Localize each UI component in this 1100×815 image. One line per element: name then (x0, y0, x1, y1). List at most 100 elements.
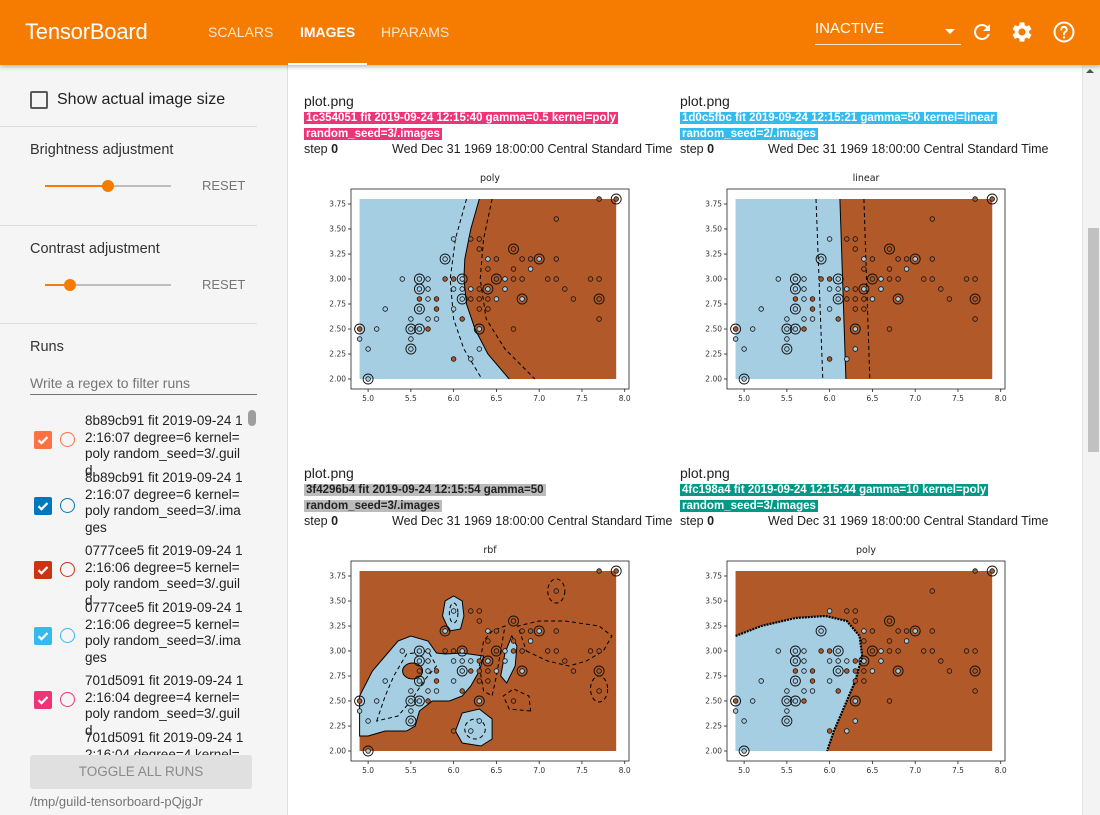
data-point (450, 236, 457, 242)
divider (0, 323, 257, 324)
tab-hparams[interactable]: HPARAMS (381, 0, 449, 65)
data-point (544, 276, 551, 282)
data-point (809, 688, 816, 694)
data-point (809, 668, 816, 674)
data-point (852, 296, 858, 302)
plot-image[interactable]: rbf 5.0 5.5 6.0 6.5 7.0 7.5 8.0 2.00 2.25 2.50 2.75… (311, 537, 641, 787)
data-point (852, 698, 858, 704)
scroll-up-arrow-icon[interactable] (1086, 69, 1094, 73)
scrollbar-thumb[interactable] (1088, 228, 1099, 452)
data-point (741, 346, 747, 352)
data-point (801, 326, 807, 332)
data-point (485, 296, 491, 302)
data-point (553, 628, 559, 634)
y-tick-label: 3.50 (705, 597, 722, 606)
data-point (861, 256, 867, 262)
slider-knob[interactable] (102, 180, 114, 192)
step-value: 0 (331, 514, 339, 528)
data-point (826, 286, 833, 292)
data-point (886, 648, 893, 654)
run-item[interactable]: 701d5091 fit 2019-09-24 12:16:04 degree=… (34, 730, 254, 755)
data-point (425, 698, 431, 704)
data-point (485, 668, 491, 674)
image-card: plot.png 1d0c5fbc fit 2019-09-24 12:15:21… (680, 93, 1050, 157)
run-color-ring-icon (60, 628, 75, 643)
tab-images[interactable]: IMAGES (287, 0, 368, 65)
run-color-ring-icon (60, 432, 75, 447)
runs-filter-input[interactable] (30, 371, 257, 395)
data-point (433, 688, 440, 694)
settings-gear-icon[interactable] (1010, 20, 1034, 44)
run-item[interactable]: 0777cee5 fit 2019-09-24 12:16:06 degree=… (34, 600, 254, 670)
data-point (801, 648, 807, 654)
data-point (485, 658, 491, 664)
x-tick-label: 7.5 (576, 766, 588, 775)
data-point (861, 266, 867, 272)
data-point (416, 698, 423, 704)
x-tick-label: 5.5 (405, 394, 417, 403)
run-checkbox[interactable] (34, 561, 52, 579)
y-tick-label: 2.00 (329, 375, 346, 384)
sidebar: Show actual image size Brightness adjust… (0, 65, 288, 815)
data-point (852, 286, 858, 292)
data-point (972, 276, 978, 282)
step-value: 0 (707, 142, 715, 156)
data-point (878, 276, 884, 282)
data-point (826, 276, 833, 282)
data-point (732, 708, 739, 714)
data-point (903, 638, 910, 644)
runs-scrollbar[interactable] (248, 410, 256, 426)
data-point (468, 608, 474, 614)
data-point (852, 326, 858, 332)
image-tag: plot.png (680, 465, 730, 481)
x-tick-label: 6.0 (448, 766, 460, 775)
page-scrollbar[interactable] (1082, 65, 1100, 815)
run-checkbox[interactable] (34, 431, 52, 449)
y-tick-label: 2.50 (705, 697, 722, 706)
x-tick-label: 8.0 (995, 766, 1007, 775)
help-icon[interactable] (1052, 20, 1076, 44)
plot-image[interactable]: poly 5.0 5.5 6.0 6.5 7.0 7.5 8.0 2.00 2.25 2.50 2.7… (687, 537, 1017, 787)
y-tick-label: 2.75 (705, 672, 722, 681)
data-point (510, 246, 517, 252)
toggle-all-runs-button[interactable]: TOGGLE ALL RUNS (30, 755, 252, 789)
data-point (433, 678, 440, 684)
refresh-icon[interactable] (970, 20, 994, 44)
run-checkbox[interactable] (34, 497, 52, 515)
run-item[interactable]: 8b89cb91 fit 2019-09-24 12:16:07 degree=… (34, 470, 254, 540)
data-point (416, 648, 423, 654)
x-tick-label: 8.0 (619, 394, 631, 403)
data-point (416, 276, 423, 282)
inactive-dashboards-select[interactable]: INACTIVE (815, 20, 961, 45)
data-point (433, 668, 440, 674)
data-point (929, 216, 935, 222)
show-actual-size-checkbox[interactable]: Show actual image size (30, 91, 225, 109)
data-point (946, 668, 953, 674)
data-point (826, 648, 833, 654)
data-point (476, 306, 482, 312)
slider-knob[interactable] (64, 279, 77, 291)
tab-scalars[interactable]: SCALARS (208, 0, 273, 65)
brightness-slider[interactable] (45, 176, 171, 196)
plot-image[interactable]: poly 5.0 5.5 6.0 6.5 7.0 7.5 8.0 2.00 2.25 2.50 2.7… (311, 165, 641, 415)
contrast-reset-button[interactable]: RESET (202, 277, 245, 292)
data-point (792, 698, 799, 704)
y-tick-label: 3.50 (329, 597, 346, 606)
run-checkbox[interactable] (34, 691, 52, 709)
plot-image[interactable]: linear 5.0 5.5 6.0 6.5 7.0 7.5 8.0 2.00 2.25 2.50 2… (687, 165, 1017, 415)
run-name-chip: 3f4296b4 fit 2019-09-24 12:15:54 gamma=5… (304, 484, 546, 512)
data-point (596, 296, 602, 302)
data-point (459, 286, 465, 292)
x-tick-label: 6.5 (866, 394, 878, 403)
run-checkbox[interactable] (34, 627, 52, 645)
brightness-reset-button[interactable]: RESET (202, 178, 245, 193)
app-title: TensorBoard (25, 19, 148, 44)
contrast-slider[interactable] (45, 275, 171, 295)
data-point (596, 276, 602, 282)
data-point (929, 276, 935, 282)
data-point (519, 296, 525, 302)
data-point (886, 638, 893, 644)
checkbox-box[interactable] (30, 91, 48, 109)
data-point (818, 256, 824, 262)
data-point (749, 326, 756, 332)
